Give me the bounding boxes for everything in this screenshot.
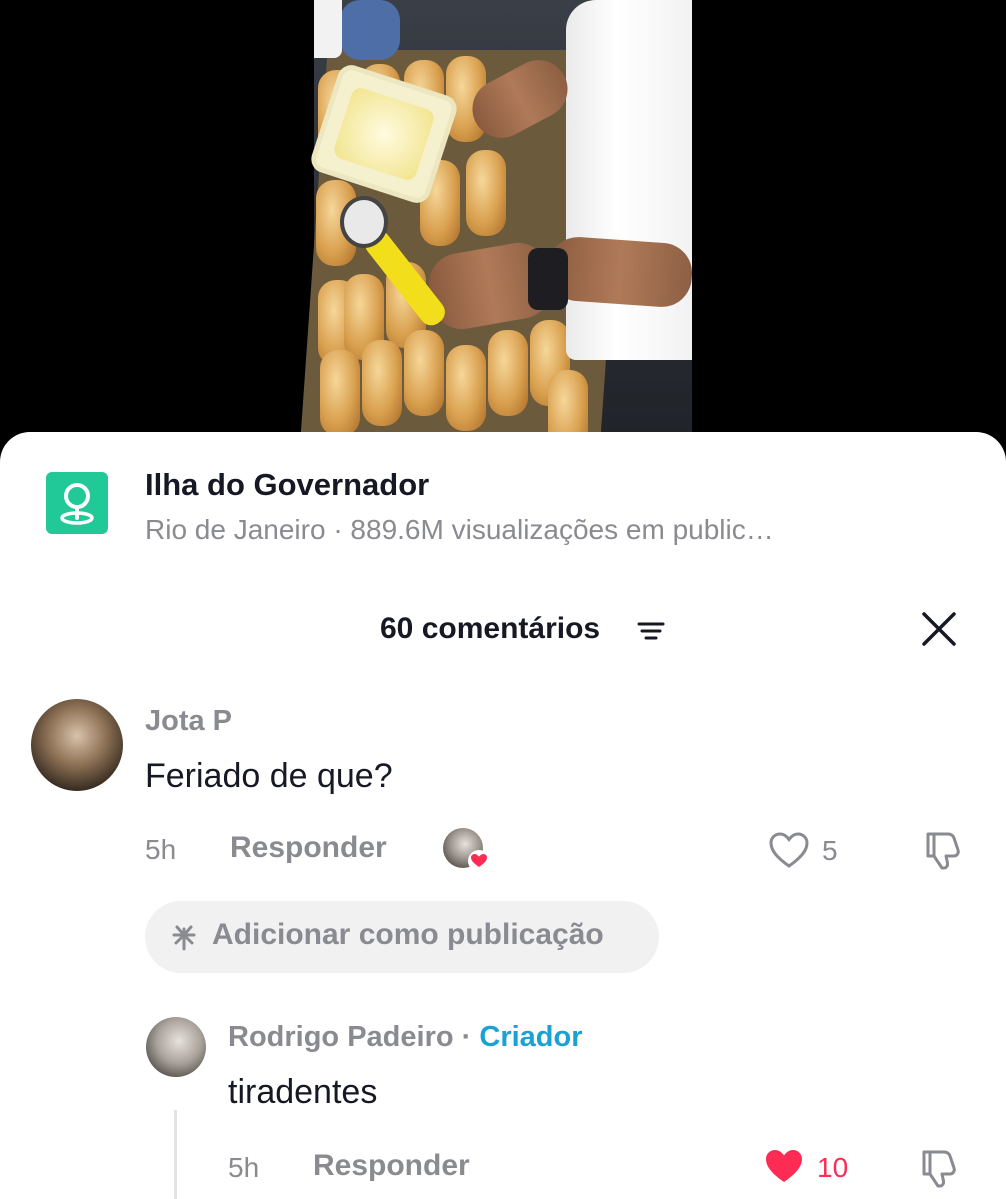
like-count: 5	[822, 835, 838, 866]
butter	[331, 85, 437, 183]
bread-roll	[488, 330, 528, 416]
location-bar[interactable]: Ilha do Governador Rio de Janeiro · 889.…	[0, 432, 1006, 572]
comment-text: Feriado de que?	[145, 757, 393, 795]
bread-roll	[320, 350, 360, 436]
sort-icon[interactable]	[636, 616, 666, 646]
reply-button[interactable]: Responder	[313, 1149, 470, 1183]
add-as-publication-button[interactable]: Adicionar como publicação	[145, 901, 659, 973]
comments-header: 60 comentários	[0, 602, 1006, 658]
location-subtitle: Rio de Janeiro · 889.6M visualizações em…	[145, 514, 774, 545]
reply-text: tiradentes	[228, 1073, 378, 1111]
bread-roll	[404, 330, 444, 416]
avatar[interactable]	[146, 1017, 206, 1077]
reply-author-name: Rodrigo Padeiro	[228, 1021, 454, 1053]
heart-filled-icon[interactable]	[762, 1146, 806, 1186]
reply-separator: ·	[461, 1021, 472, 1053]
bread-roll	[548, 370, 588, 440]
like-count: 10	[817, 1152, 849, 1183]
comment-time: 5h	[145, 834, 177, 865]
close-icon[interactable]	[920, 610, 958, 648]
heart-outline-icon[interactable]	[767, 830, 811, 870]
comments-count: 60 comentários	[380, 612, 601, 645]
watch	[528, 248, 568, 310]
bread-roll	[362, 340, 402, 426]
dislike-icon[interactable]	[920, 828, 966, 874]
bread-roll	[466, 150, 506, 236]
creator-badge: Criador	[479, 1021, 583, 1053]
comments-sheet: Ilha do Governador Rio de Janeiro · 889.…	[0, 432, 1006, 1199]
location-title: Ilha do Governador	[145, 467, 430, 502]
heart-icon	[468, 850, 490, 872]
bread-roll	[446, 345, 486, 431]
add-as-publication-label: Adicionar como publicação	[212, 918, 604, 951]
reply-button[interactable]: Responder	[230, 831, 387, 865]
forearm	[545, 235, 695, 309]
location-pin-icon	[46, 472, 108, 534]
shirt	[566, 0, 692, 360]
comment-author[interactable]: Jota P	[145, 705, 232, 738]
cup	[314, 0, 342, 58]
dislike-icon[interactable]	[916, 1146, 962, 1192]
reply-author[interactable]: Rodrigo Padeiro · Criador	[228, 1021, 583, 1054]
reply-time: 5h	[228, 1152, 260, 1183]
glove	[340, 0, 400, 60]
thread-line	[174, 1110, 177, 1199]
spatula-head	[340, 196, 388, 248]
sparkle-icon	[169, 921, 199, 951]
video-player[interactable]	[0, 0, 1006, 440]
avatar[interactable]	[31, 699, 123, 791]
